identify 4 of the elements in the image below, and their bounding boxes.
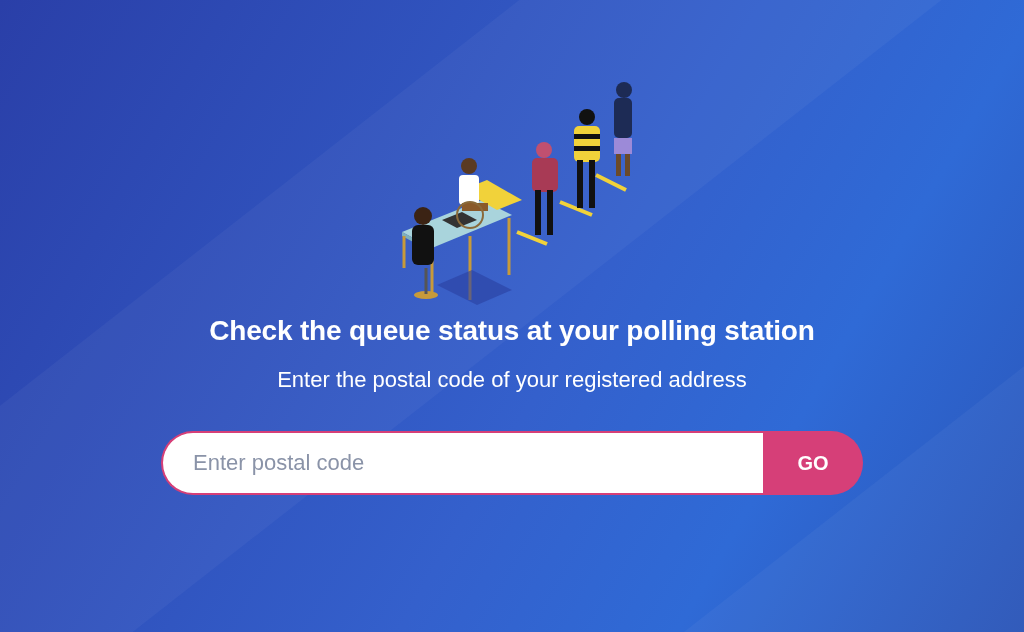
postal-code-field[interactable]: Enter postal code: [161, 431, 763, 495]
go-button[interactable]: GO: [763, 431, 863, 495]
instruction-text: Enter the postal code of your registered address: [277, 367, 747, 393]
page-heading: Check the queue status at your polling station: [209, 315, 815, 347]
